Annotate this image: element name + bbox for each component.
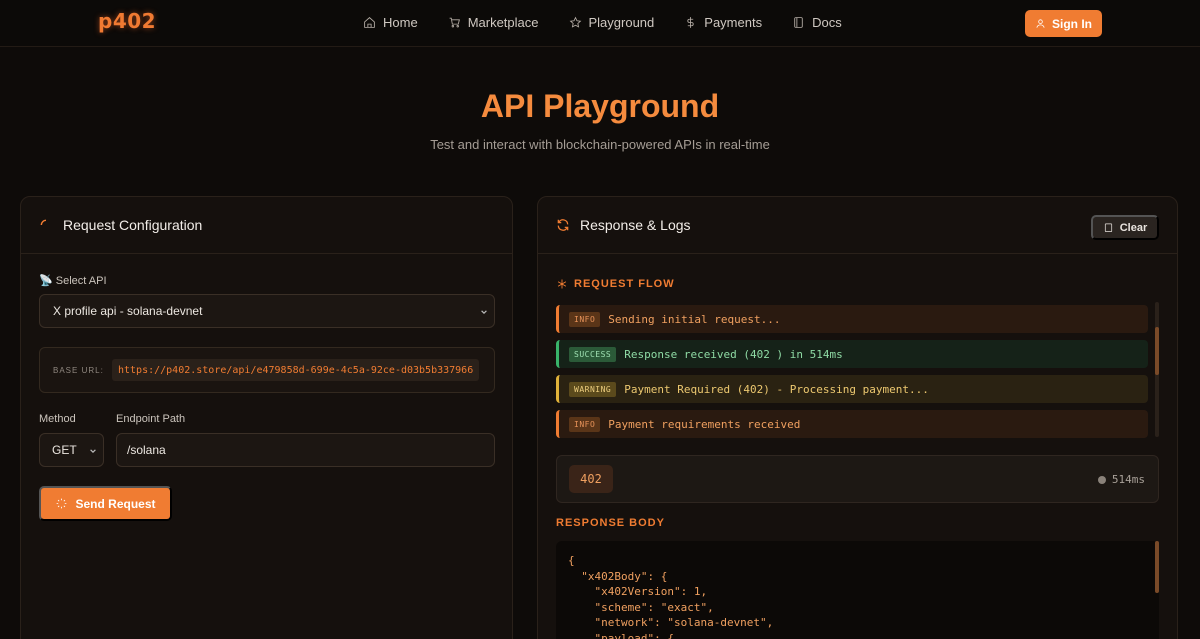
spinner-icon	[57, 498, 67, 509]
trash-icon	[1104, 223, 1112, 232]
log-level-badge: INFO	[569, 416, 601, 432]
clear-label: Clear	[1119, 221, 1148, 234]
sign-in-button[interactable]: Sign In	[1025, 10, 1102, 37]
nav-payments-label: Payments	[704, 15, 763, 30]
dollar-icon	[687, 17, 694, 28]
send-request-label: Send Request	[75, 496, 156, 511]
nav-marketplace-label: Marketplace	[467, 15, 539, 30]
log-level-badge: SUCCESS	[569, 346, 617, 362]
status-code-badge: 402	[569, 465, 613, 493]
cart-icon	[449, 17, 460, 28]
sign-in-label: Sign In	[1052, 16, 1092, 31]
log-message: Response received (402 ) in 514ms	[624, 347, 843, 361]
base-url-label: BASE URL:	[53, 366, 104, 375]
star-icon	[569, 16, 581, 28]
nav-playground[interactable]: Playground	[569, 15, 655, 30]
asterisk-icon	[557, 279, 567, 289]
response-body-title-text: RESPONSE BODY	[556, 517, 665, 529]
chevron-down-icon	[90, 449, 96, 454]
base-url-box: BASE URL: https://p402.store/api/e479858…	[39, 347, 495, 393]
user-icon	[1036, 19, 1045, 28]
page-subtitle: Test and interact with blockchain-powere…	[430, 137, 770, 152]
nav-playground-label: Playground	[588, 15, 655, 30]
top-nav: p402 Home Marketplace Playground Payment…	[0, 0, 1200, 47]
request-flow-list: INFO Sending initial request... SUCCESS …	[556, 305, 1148, 445]
flow-scrollbar-thumb[interactable]	[1155, 327, 1159, 375]
request-flow-title: REQUEST FLOW	[556, 278, 675, 290]
response-title: Response & Logs	[580, 217, 691, 233]
refresh-icon	[557, 219, 569, 231]
elapsed-time-value: 514ms	[1111, 473, 1145, 486]
nav-links: Home Marketplace Playground Payments Doc…	[363, 15, 842, 30]
response-body-code[interactable]: { "x402Body": { "x402Version": 1, "schem…	[556, 541, 1159, 639]
endpoint-value: /solana	[127, 443, 166, 457]
select-api-label: 📡 Select API	[39, 275, 107, 287]
book-icon	[794, 17, 803, 28]
method-select[interactable]: GET	[39, 433, 104, 467]
nav-payments[interactable]: Payments	[684, 15, 762, 30]
request-config-panel: Request Configuration 📡 Select API X pro…	[20, 196, 513, 639]
logo[interactable]: p402	[98, 9, 156, 33]
nav-docs[interactable]: Docs	[792, 15, 842, 30]
status-bar: 402 514ms	[556, 455, 1159, 503]
endpoint-input[interactable]: /solana	[116, 433, 495, 467]
log-message: Payment requirements received	[608, 417, 801, 431]
log-level-badge: WARNING	[569, 381, 617, 397]
response-body-title: RESPONSE BODY	[556, 517, 665, 529]
page-title: API Playground	[480, 88, 720, 124]
response-panel: Response & Logs Clear REQUEST FLOW INFO …	[537, 196, 1178, 639]
log-level-badge: INFO	[569, 311, 601, 327]
nav-marketplace[interactable]: Marketplace	[448, 15, 539, 30]
api-select[interactable]: X profile api - solana-devnet	[39, 294, 495, 328]
body-scrollbar-thumb[interactable]	[1155, 541, 1159, 593]
request-flow-title-text: REQUEST FLOW	[574, 278, 675, 290]
clock-icon	[1097, 475, 1106, 484]
send-request-button[interactable]: Send Request	[39, 486, 172, 521]
loader-icon	[40, 219, 47, 226]
nav-docs-label: Docs	[812, 15, 842, 30]
home-icon	[364, 17, 375, 28]
request-config-header: Request Configuration	[21, 197, 512, 254]
chevron-down-icon	[481, 310, 487, 315]
elapsed-time: 514ms	[1097, 473, 1145, 486]
nav-home[interactable]: Home	[363, 15, 418, 30]
method-label: Method	[39, 413, 76, 425]
flow-item: SUCCESS Response received (402 ) in 514m…	[556, 340, 1148, 368]
log-message: Sending initial request...	[608, 312, 781, 326]
endpoint-label: Endpoint Path	[116, 413, 186, 425]
nav-home-label: Home	[383, 15, 418, 30]
base-url-value: https://p402.store/api/e479858d-699e-4c5…	[112, 359, 480, 381]
flow-item: INFO Sending initial request...	[556, 305, 1148, 333]
log-message: Payment Required (402) - Processing paym…	[624, 382, 929, 396]
method-value: GET	[52, 443, 77, 457]
flow-item: INFO Payment requirements received	[556, 410, 1148, 438]
api-select-value: X profile api - solana-devnet	[53, 304, 203, 318]
response-header: Response & Logs Clear	[538, 197, 1177, 254]
flow-item: WARNING Payment Required (402) - Process…	[556, 375, 1148, 403]
clear-button[interactable]: Clear	[1091, 215, 1159, 240]
request-config-title: Request Configuration	[63, 217, 203, 233]
